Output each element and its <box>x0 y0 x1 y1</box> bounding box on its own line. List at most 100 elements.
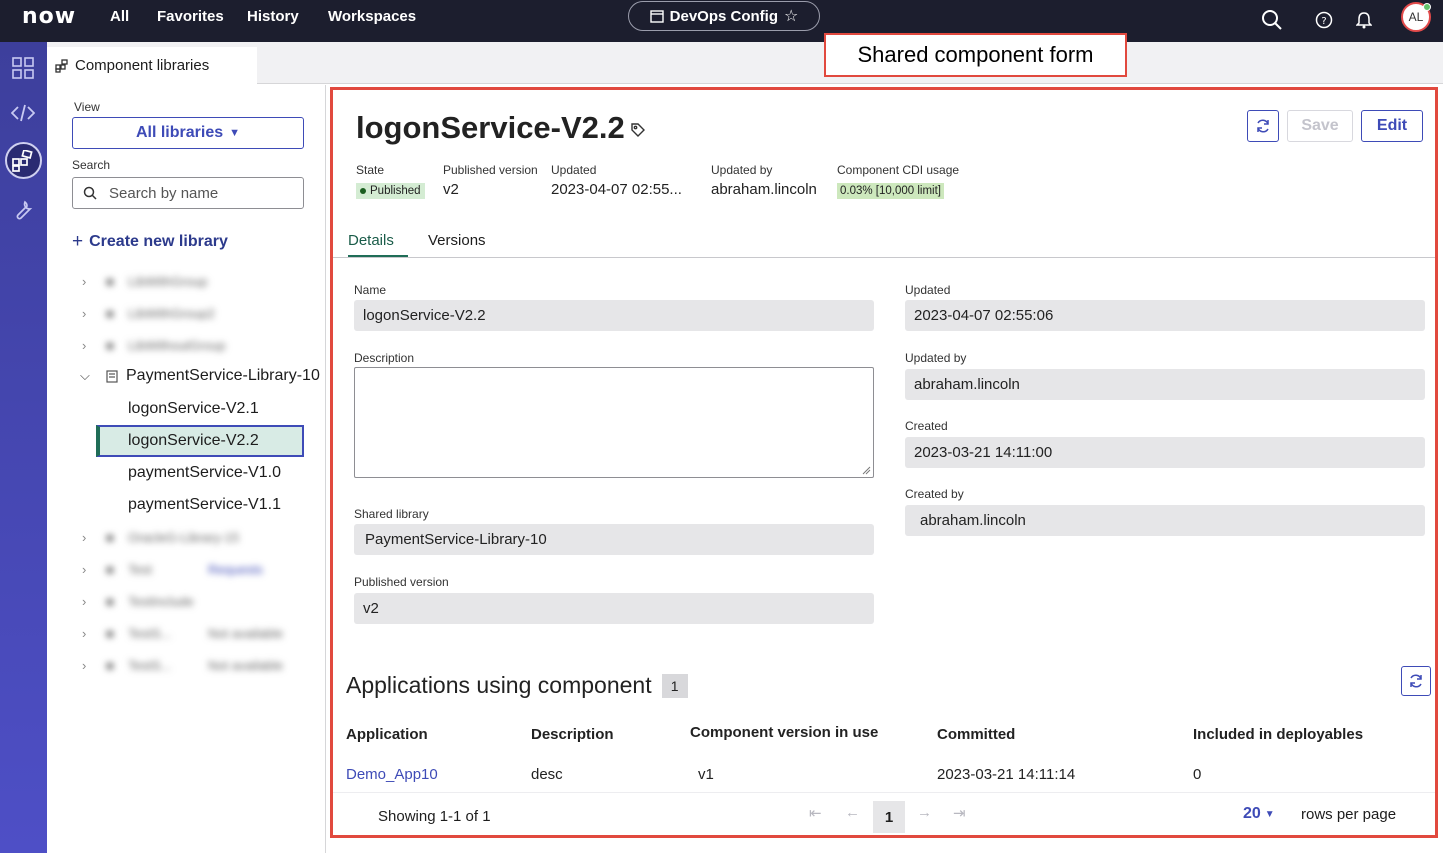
chevron-right-icon: › <box>82 305 87 321</box>
left-rail <box>0 42 47 853</box>
library-icon: ■ <box>106 337 114 353</box>
chevron-right-icon: › <box>82 273 87 289</box>
column-header-component-version[interactable]: Component version in use <box>690 724 878 741</box>
library-icon: ■ <box>106 657 114 673</box>
column-header-included-in-deployables[interactable]: Included in deployables <box>1193 726 1363 743</box>
library-name: LibWithGroup <box>128 273 208 289</box>
published-version-field[interactable]: v2 <box>354 593 874 624</box>
search-input[interactable]: Search by name <box>72 177 304 209</box>
nav-all[interactable]: All <box>110 8 129 25</box>
shared-library-field[interactable]: PaymentService-Library-10 <box>354 524 874 555</box>
library-name: TestS... <box>128 657 172 673</box>
tree-item-component[interactable]: logonService-V2.1 <box>48 396 326 422</box>
tab-versions[interactable]: Versions <box>428 232 486 249</box>
tree-item-component[interactable]: paymentService-V1.0 <box>48 460 326 486</box>
status-dot-icon <box>360 188 366 194</box>
refresh-button[interactable] <box>1247 110 1279 142</box>
star-icon[interactable]: ☆ <box>784 6 798 26</box>
chevron-right-icon: › <box>82 593 87 609</box>
help-icon[interactable]: ? <box>1310 6 1338 34</box>
application-link[interactable]: Demo_App10 <box>346 766 438 783</box>
next-page-icon[interactable]: → <box>917 804 932 821</box>
tree-node-library[interactable]: › ■ LibWithGroup <box>48 268 326 294</box>
tree-node-library[interactable]: › ■ TestS... Not available <box>48 620 326 646</box>
tree-item-component[interactable]: paymentService-V1.1 <box>48 492 326 518</box>
chevron-down-icon: ⌵ <box>80 368 90 383</box>
component-name: paymentService-V1.0 <box>128 464 281 481</box>
updated-label: Updated <box>905 283 951 297</box>
caret-down-icon: ▼ <box>1264 808 1275 820</box>
bell-icon[interactable] <box>1350 6 1378 34</box>
column-header-committed[interactable]: Committed <box>937 726 1015 743</box>
created-field[interactable]: 2023-03-21 14:11:00 <box>905 437 1425 468</box>
chevron-right-icon: › <box>82 657 87 673</box>
tree-item-component-selected[interactable]: logonService-V2.2 <box>48 428 326 454</box>
edit-button[interactable]: Edit <box>1361 110 1423 142</box>
table-cell-description: desc <box>531 766 563 783</box>
page-number-button[interactable]: 1 <box>873 801 905 833</box>
showing-count: Showing 1-1 of 1 <box>378 808 491 825</box>
now-logo[interactable]: now <box>22 4 76 29</box>
wrench-icon[interactable] <box>9 196 37 224</box>
nav-history[interactable]: History <box>247 8 299 25</box>
tag-icon[interactable] <box>630 122 646 138</box>
created-by-label: Created by <box>905 487 964 501</box>
published-version-label: Published version <box>354 575 449 589</box>
resize-handle-icon[interactable] <box>861 465 871 475</box>
last-page-icon[interactable]: ⇥ <box>953 804 966 822</box>
updated-label: Updated <box>551 163 597 177</box>
tab-label: Component libraries <box>75 57 210 74</box>
refresh-applications-button[interactable] <box>1401 666 1431 696</box>
create-new-library-link[interactable]: + Create new library <box>72 231 228 253</box>
library-icon: ■ <box>106 305 114 321</box>
first-page-icon[interactable]: ⇤ <box>809 804 822 822</box>
component-library-icon[interactable] <box>9 147 37 175</box>
workspace-pill[interactable]: DevOps Config ☆ <box>628 1 820 31</box>
chevron-right-icon: › <box>82 625 87 641</box>
tab-details[interactable]: Details <box>348 232 408 257</box>
state-label: State <box>356 163 385 177</box>
tree-node-library-expanded[interactable]: ⌵ PaymentService-Library-10 <box>48 363 326 389</box>
grid-icon[interactable] <box>9 54 37 82</box>
component-name: paymentService-V1.1 <box>128 496 281 513</box>
tree-node-library[interactable]: › ■ LibWithGroup2 <box>48 300 326 326</box>
column-header-description[interactable]: Description <box>531 726 614 743</box>
table-cell-committed: 2023-03-21 14:11:14 <box>937 766 1076 783</box>
detail-tabs: Details Versions <box>333 224 1435 258</box>
tree-node-library[interactable]: › ■ TestS... Not available <box>48 652 326 678</box>
updated-by-field[interactable]: abraham.lincoln <box>905 369 1425 400</box>
table-cell-component-version: v1 <box>698 766 714 783</box>
column-header-application[interactable]: Application <box>346 726 428 743</box>
annotation-callout: Shared component form <box>824 33 1127 77</box>
user-avatar[interactable]: AL <box>1401 2 1431 32</box>
previous-page-icon[interactable]: ← <box>845 804 860 821</box>
search-icon <box>83 186 97 200</box>
tree-node-library[interactable]: › ■ LibWithoutGroup <box>48 332 326 358</box>
code-icon[interactable] <box>9 99 37 127</box>
updated-field[interactable]: 2023-04-07 02:55:06 <box>905 300 1425 331</box>
view-select[interactable]: All libraries ▼ <box>72 117 304 149</box>
name-field[interactable]: logonService-V2.2 <box>354 300 874 331</box>
search-icon[interactable] <box>1258 6 1286 34</box>
tree-node-library[interactable]: › ■ Test Requests <box>48 556 326 582</box>
nav-favorites[interactable]: Favorites <box>157 8 224 25</box>
rows-per-page-select[interactable]: 20 ▼ <box>1243 805 1275 823</box>
tree-node-library[interactable]: › ■ TestInclude <box>48 588 326 614</box>
top-navigation-bar: now All Favorites History Workspaces Dev… <box>0 0 1443 42</box>
updated-by-value: abraham.lincoln <box>711 181 817 198</box>
description-label: Description <box>354 351 415 365</box>
library-name: TestInclude <box>128 593 194 609</box>
nav-workspaces[interactable]: Workspaces <box>328 8 416 25</box>
library-badge: Not available <box>208 657 284 673</box>
cdi-usage-badge: 0.03% [10,000 limit] <box>837 183 945 199</box>
online-status-dot <box>1423 3 1431 11</box>
save-button[interactable]: Save <box>1287 110 1353 142</box>
tree-node-library[interactable]: › ■ OracleG-Library-15 <box>48 524 326 550</box>
tab-component-libraries[interactable]: Component libraries <box>47 47 257 84</box>
pagination-bar: Showing 1-1 of 1 ⇤ ← 1 → ⇥ 20 ▼ rows per… <box>333 792 1435 838</box>
created-by-field[interactable]: abraham.lincoln <box>905 505 1425 536</box>
description-textarea[interactable] <box>354 367 874 478</box>
library-icon: ■ <box>106 625 114 641</box>
plus-icon: + <box>72 231 84 252</box>
library-name: LibWithoutGroup <box>128 337 226 353</box>
